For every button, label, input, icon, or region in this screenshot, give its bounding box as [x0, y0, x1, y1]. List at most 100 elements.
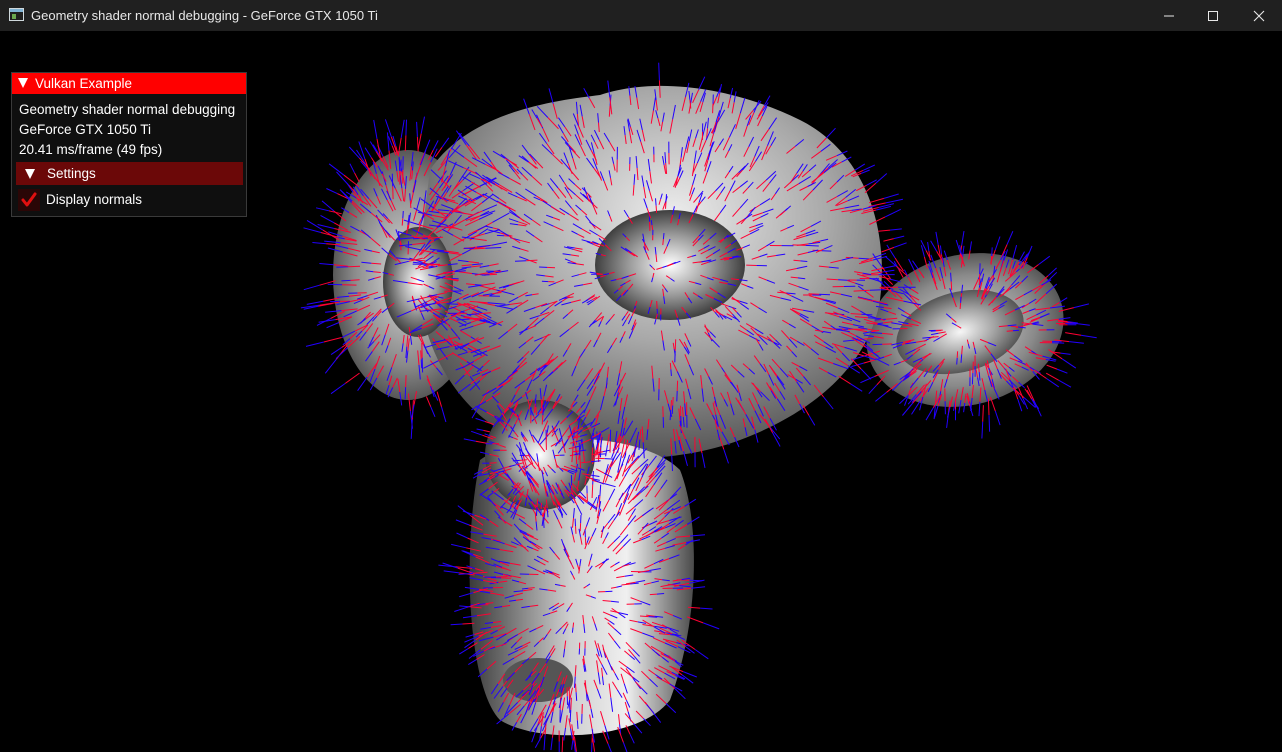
normal-line-base — [649, 593, 657, 596]
normal-line-tip — [468, 659, 477, 666]
normal-line-tip — [1026, 245, 1033, 258]
normal-line-tip — [571, 740, 574, 750]
normal-line-base — [323, 337, 342, 343]
normal-line-base — [1012, 387, 1025, 398]
normal-line-tip — [430, 406, 436, 417]
normal-line-tip — [994, 410, 1001, 426]
maximize-button[interactable] — [1190, 0, 1236, 31]
normal-line-tip — [854, 163, 866, 171]
normal-line-tip — [994, 236, 1001, 251]
normal-line-tip — [883, 193, 899, 199]
normal-line-tip — [358, 141, 366, 160]
display-normals-option[interactable]: Display normals — [18, 189, 243, 211]
normal-line-tip — [652, 711, 662, 723]
normal-line-tip — [543, 520, 545, 528]
normal-line-tip — [604, 458, 615, 460]
normal-line-tip — [930, 240, 938, 252]
normal-line-tip — [971, 372, 974, 385]
normal-line-base — [483, 429, 491, 433]
normal-line-base — [987, 398, 990, 416]
normal-line-tip — [633, 722, 643, 734]
title-bar[interactable]: Geometry shader normal debugging - GeFor… — [0, 0, 1282, 31]
normal-line-tip — [622, 742, 628, 752]
normal-line-base — [864, 182, 877, 194]
normal-line-tip — [420, 359, 423, 369]
settings-section-header[interactable]: Settings — [16, 162, 243, 185]
normal-line-base — [625, 725, 631, 735]
normal-line-tip — [456, 532, 468, 539]
normal-line-base — [528, 587, 535, 589]
normal-line-base — [961, 345, 963, 355]
normal-line-tip — [441, 137, 450, 148]
collapse-arrow-icon[interactable] — [25, 169, 35, 179]
display-normals-checkbox[interactable] — [18, 189, 40, 211]
normal-line-base — [420, 350, 422, 360]
normal-line-base — [662, 239, 664, 246]
normal-line-tip — [441, 406, 447, 423]
normal-line-tip — [574, 676, 576, 688]
display-normals-label: Display normals — [46, 192, 143, 207]
normal-line-tip — [1047, 267, 1057, 277]
normal-line-tip — [1080, 334, 1097, 339]
minimize-button[interactable] — [1146, 0, 1192, 31]
normal-line-tip — [319, 263, 334, 266]
normal-line-tip — [591, 742, 593, 752]
render-viewport[interactable]: Vulkan Example Geometry shader normal de… — [0, 31, 1282, 752]
normal-line-base — [350, 279, 360, 281]
normal-line-tip — [1073, 303, 1090, 309]
normal-line-base — [959, 302, 962, 310]
device-name-text: GeForce GTX 1050 Ti — [19, 122, 152, 137]
normal-line-base — [651, 224, 654, 230]
normal-line-tip — [357, 376, 368, 391]
normal-line-tip — [960, 354, 963, 363]
normal-line-tip — [369, 141, 377, 152]
normal-line-base — [670, 400, 672, 411]
normal-line-base — [826, 278, 839, 281]
normal-line-base — [576, 711, 578, 721]
normal-line-tip — [658, 62, 660, 81]
imgui-overlay-panel[interactable]: Vulkan Example Geometry shader normal de… — [11, 72, 247, 217]
normal-line-tip — [326, 322, 340, 329]
normal-line-tip — [885, 198, 904, 204]
collapse-arrow-icon[interactable] — [18, 78, 28, 88]
normal-line-tip — [1059, 297, 1068, 303]
normal-line-base — [535, 406, 537, 416]
normal-line-base — [475, 440, 488, 444]
normal-line-tip — [583, 87, 590, 99]
normal-line-tip — [1061, 358, 1077, 369]
settings-label: Settings — [47, 166, 96, 181]
normal-line-tip — [476, 428, 484, 431]
normal-line-tip — [330, 382, 346, 395]
normal-line-tip — [402, 210, 404, 219]
normal-line-tip — [648, 616, 658, 618]
normal-line-tip — [642, 717, 651, 727]
normal-line-tip — [665, 194, 667, 202]
normal-line-tip — [575, 692, 578, 701]
normal-line-tip — [655, 198, 657, 206]
normal-line-tip — [991, 247, 993, 257]
normal-line-base — [723, 256, 733, 259]
normal-line-tip — [1060, 352, 1071, 355]
normal-line-tip — [446, 303, 459, 305]
normal-line-tip — [571, 627, 574, 633]
normal-line-base — [354, 172, 360, 183]
normal-line-tip — [312, 242, 327, 245]
normal-line-tip — [451, 543, 467, 549]
normal-line-tip — [925, 407, 934, 421]
normal-line-base — [348, 265, 361, 268]
overlay-header[interactable]: Vulkan Example — [12, 73, 246, 94]
normal-line-base — [669, 362, 672, 370]
normal-line-tip — [384, 119, 392, 138]
normal-line-base — [541, 415, 544, 425]
normal-line-tip — [475, 417, 485, 422]
normal-line-tip — [607, 743, 612, 752]
normal-line-base — [869, 197, 885, 204]
normal-line-tip — [521, 587, 529, 590]
close-button[interactable] — [1236, 0, 1282, 31]
normal-line-base — [489, 273, 498, 276]
normal-line-base — [1065, 332, 1082, 336]
normal-line-base — [793, 259, 801, 262]
normal-line-tip — [876, 205, 892, 211]
normal-line-base — [665, 201, 667, 209]
app-name-text: Geometry shader normal debugging — [19, 102, 236, 117]
